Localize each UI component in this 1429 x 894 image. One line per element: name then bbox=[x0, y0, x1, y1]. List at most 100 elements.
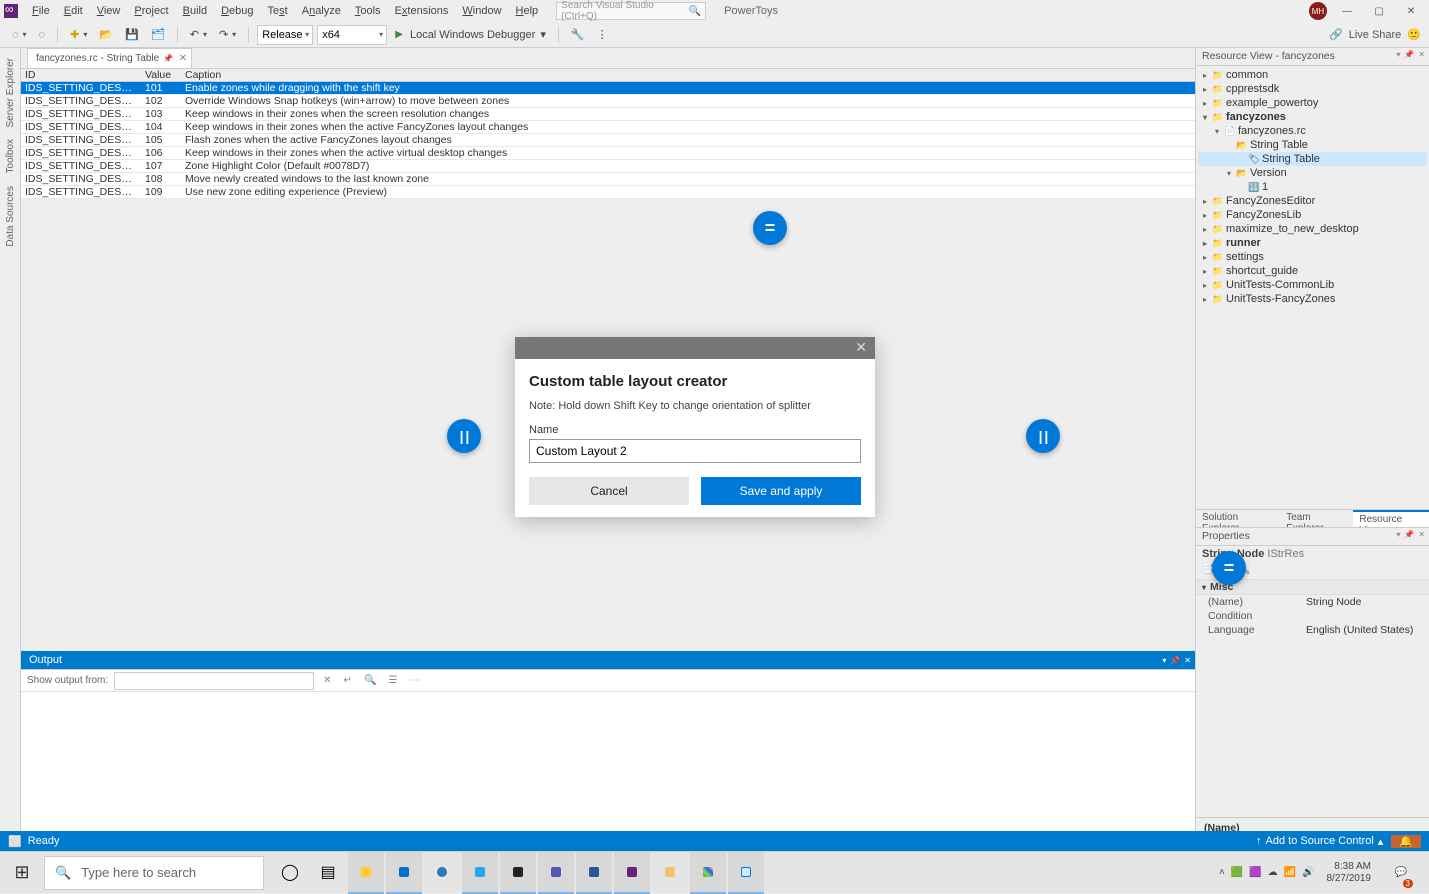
menu-test[interactable]: Test bbox=[262, 3, 294, 19]
add-source-control[interactable]: ↑ Add to Source Control ▴ bbox=[1248, 835, 1391, 848]
fancyzones-icon[interactable] bbox=[728, 852, 764, 894]
output-source-select[interactable] bbox=[114, 672, 314, 690]
action-center-icon[interactable]: 💬3 bbox=[1383, 852, 1419, 894]
output-close-icon[interactable]: ✕ bbox=[1184, 656, 1191, 665]
dialog-titlebar[interactable]: ✕ bbox=[515, 337, 875, 359]
tree-item[interactable]: ▸📁example_powertoy bbox=[1198, 96, 1427, 110]
platform-select[interactable]: x64 bbox=[317, 25, 387, 45]
tree-item[interactable]: ▾📄fancyzones.rc bbox=[1198, 124, 1427, 138]
layout-name-input[interactable] bbox=[529, 439, 861, 463]
task-view-icon[interactable]: ▤ bbox=[310, 852, 346, 894]
forward-button[interactable]: ◌ bbox=[35, 27, 50, 43]
vtab-server-explorer[interactable]: Server Explorer bbox=[3, 52, 18, 133]
tree-item[interactable]: 🏷String Table bbox=[1198, 152, 1427, 166]
save-button[interactable]: 💾 bbox=[121, 26, 143, 43]
output-find-icon[interactable]: 🔍 bbox=[361, 675, 379, 686]
pin-icon[interactable]: 📌 bbox=[163, 54, 173, 63]
table-row[interactable]: IDS_SETTING_DESCRIPTION_...104Keep windo… bbox=[21, 121, 1195, 134]
output-list-icon[interactable]: ☰ bbox=[385, 675, 400, 686]
powertoys-icon[interactable] bbox=[690, 852, 726, 894]
table-row[interactable]: IDS_SETTING_DESCRIPTION_...105Flash zone… bbox=[21, 134, 1195, 147]
tree-item[interactable]: ▸📁FancyZonesEditor bbox=[1198, 194, 1427, 208]
props-row[interactable]: LanguageEnglish (United States) bbox=[1196, 623, 1429, 637]
menu-build[interactable]: Build bbox=[177, 3, 213, 19]
feedback-icon[interactable]: 🙂 bbox=[1407, 28, 1421, 41]
redo-button[interactable]: ↷ bbox=[215, 26, 240, 43]
tree-item[interactable]: 📂String Table bbox=[1198, 138, 1427, 152]
fz-handle-far-right[interactable] bbox=[1212, 551, 1246, 585]
file-explorer-icon[interactable] bbox=[348, 852, 384, 894]
menu-file[interactable]: File bbox=[26, 3, 56, 19]
cancel-button[interactable]: Cancel bbox=[529, 477, 689, 505]
minimize-button[interactable]: — bbox=[1335, 2, 1359, 20]
tab-resource-view[interactable]: Resource View bbox=[1353, 510, 1429, 527]
menu-help[interactable]: Help bbox=[510, 3, 545, 19]
table-row[interactable]: IDS_SETTING_DESCRIPTION_...101Enable zon… bbox=[21, 82, 1195, 95]
terminal-icon[interactable] bbox=[500, 852, 536, 894]
undo-button[interactable]: ↶ bbox=[186, 26, 211, 43]
tree-item[interactable]: ▸📁cpprestsdk bbox=[1198, 82, 1427, 96]
output-title-bar[interactable]: Output ▾ 📌 ✕ bbox=[21, 651, 1195, 669]
tree-item[interactable]: ▸📁FancyZonesLib bbox=[1198, 208, 1427, 222]
tab-solution-explorer[interactable]: Solution Explorer bbox=[1196, 510, 1280, 527]
search-visual-studio[interactable]: Search Visual Studio (Ctrl+Q) 🔍 bbox=[556, 2, 706, 20]
save-all-button[interactable]: 🗂 bbox=[147, 26, 169, 43]
table-row[interactable]: IDS_SETTING_DESCRIPTION_...109Use new zo… bbox=[21, 186, 1195, 199]
props-row[interactable]: Condition bbox=[1196, 609, 1429, 623]
live-share-button[interactable]: Live Share bbox=[1349, 29, 1402, 41]
taskbar-search[interactable]: 🔍 Type here to search bbox=[44, 856, 264, 890]
output-clear-icon[interactable]: ✕ bbox=[320, 675, 334, 686]
tree-item[interactable]: ▸📁runner bbox=[1198, 236, 1427, 250]
new-item-button[interactable]: ✚ bbox=[66, 26, 91, 43]
user-avatar[interactable]: MH bbox=[1309, 2, 1327, 20]
fz-handle-left[interactable] bbox=[447, 419, 481, 453]
table-row[interactable]: IDS_SETTING_DESCRIPTION_...107Zone Highl… bbox=[21, 160, 1195, 173]
edge-icon[interactable] bbox=[424, 852, 460, 894]
start-debug-button[interactable]: ▶ Local Windows Debugger ▾ bbox=[391, 26, 550, 43]
table-row[interactable]: IDS_SETTING_DESCRIPTION_...103Keep windo… bbox=[21, 108, 1195, 121]
fz-handle-top[interactable] bbox=[753, 211, 787, 245]
close-button[interactable]: ✕ bbox=[1399, 2, 1423, 20]
props-row[interactable]: (Name)String Node bbox=[1196, 595, 1429, 609]
teams-icon[interactable] bbox=[538, 852, 574, 894]
tree-item[interactable]: ▾📂Version bbox=[1198, 166, 1427, 180]
output-dropdown-icon[interactable]: ▾ bbox=[1162, 656, 1166, 665]
visual-studio-icon[interactable] bbox=[614, 852, 650, 894]
outlook-icon[interactable] bbox=[386, 852, 422, 894]
menu-debug[interactable]: Debug bbox=[215, 3, 259, 19]
tray-app2-icon[interactable]: 🟪 bbox=[1249, 867, 1261, 878]
vscode-icon[interactable] bbox=[462, 852, 498, 894]
rv-close-icon[interactable]: ✕ bbox=[1418, 50, 1425, 59]
paint-icon[interactable] bbox=[652, 852, 688, 894]
start-button[interactable]: ⊞ bbox=[0, 852, 44, 894]
menu-project[interactable]: Project bbox=[128, 3, 174, 19]
fz-handle-right[interactable] bbox=[1026, 419, 1060, 453]
tree-item[interactable]: 🔢1 bbox=[1198, 180, 1427, 194]
process-button[interactable]: 🔧 bbox=[567, 26, 589, 43]
tree-item[interactable]: ▾📁fancyzones bbox=[1198, 110, 1427, 124]
table-row[interactable]: IDS_SETTING_DESCRIPTION_...106Keep windo… bbox=[21, 147, 1195, 160]
tree-item[interactable]: ▸📁settings bbox=[1198, 250, 1427, 264]
menu-window[interactable]: Window bbox=[456, 3, 507, 19]
tray-onedrive-icon[interactable]: ☁ bbox=[1268, 867, 1278, 878]
tree-item[interactable]: ▸📁UnitTests-FancyZones bbox=[1198, 292, 1427, 306]
menu-edit[interactable]: Edit bbox=[58, 3, 89, 19]
vtab-data-sources[interactable]: Data Sources bbox=[3, 180, 18, 253]
close-icon[interactable]: ✕ bbox=[179, 53, 187, 64]
table-row[interactable]: IDS_SETTING_DESCRIPTION_...108Move newly… bbox=[21, 173, 1195, 186]
menu-tools[interactable]: Tools bbox=[349, 3, 387, 19]
rv-dropdown-icon[interactable]: ▾ bbox=[1396, 50, 1400, 59]
extra-button[interactable]: ⋮ bbox=[593, 26, 612, 43]
output-pin-icon[interactable]: 📌 bbox=[1170, 656, 1180, 665]
tray-app1-icon[interactable]: 🟩 bbox=[1231, 867, 1243, 878]
output-wrap-icon[interactable]: ↵ bbox=[341, 675, 355, 686]
live-share-icon[interactable]: 🔗 bbox=[1329, 28, 1343, 41]
tree-item[interactable]: ▸📁UnitTests-CommonLib bbox=[1198, 278, 1427, 292]
open-button[interactable]: 📂 bbox=[95, 26, 117, 43]
taskbar-clock[interactable]: 8:38 AM 8/27/2019 bbox=[1321, 861, 1378, 885]
vtab-toolbox[interactable]: Toolbox bbox=[3, 133, 18, 179]
cortana-icon[interactable]: ◯ bbox=[272, 852, 308, 894]
col-caption[interactable]: Caption bbox=[181, 69, 1195, 81]
col-value[interactable]: Value bbox=[141, 69, 181, 81]
doc-tab-active[interactable]: fancyzones.rc - String Table 📌 ✕ bbox=[27, 48, 192, 68]
